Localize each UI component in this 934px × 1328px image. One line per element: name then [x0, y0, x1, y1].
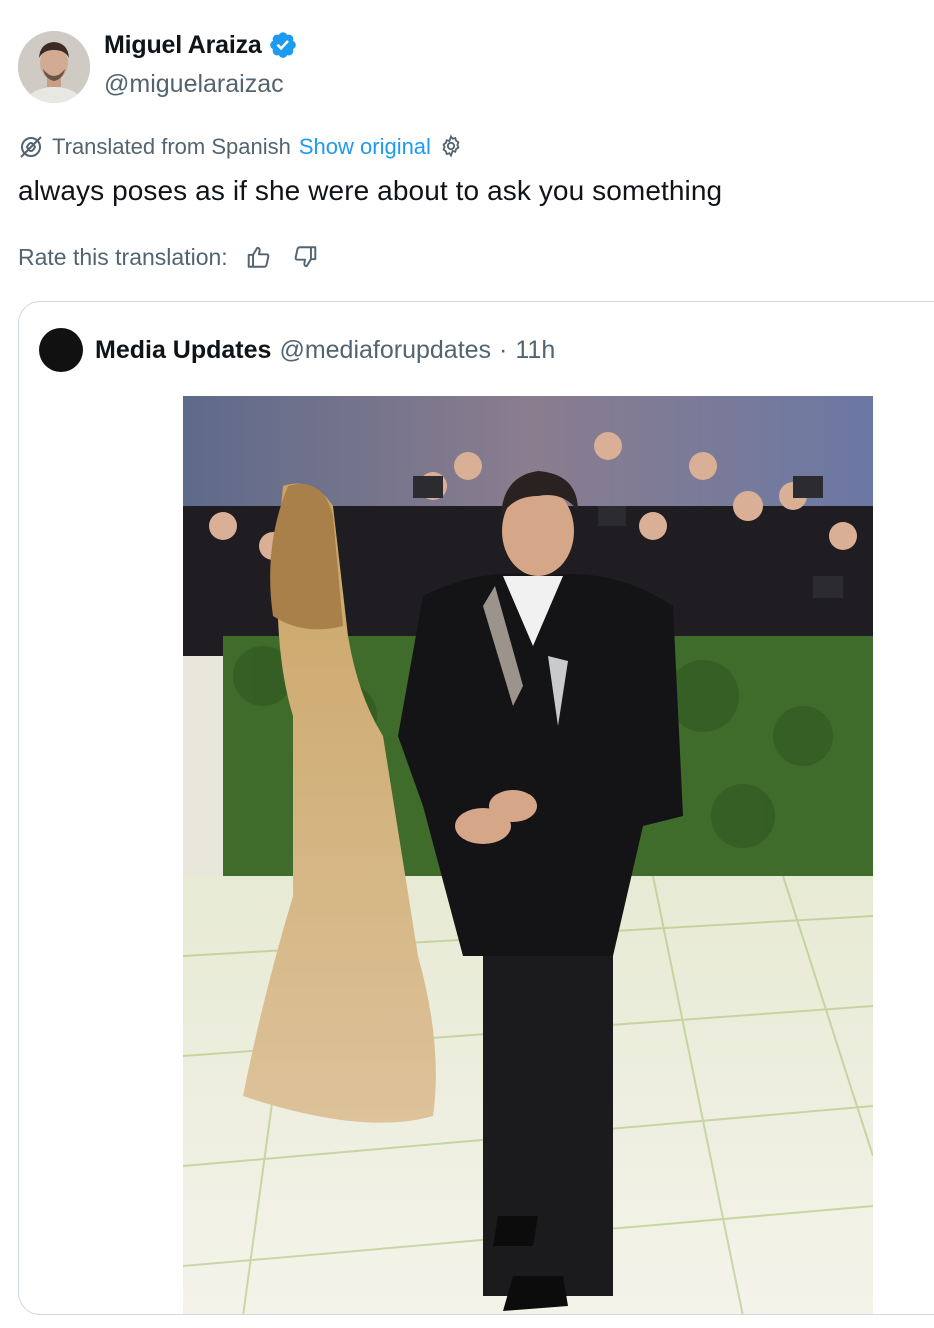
- quoted-tweet[interactable]: Media Updates @mediaforupdates · 11h: [18, 301, 934, 1315]
- author-display-name[interactable]: Miguel Araiza: [104, 30, 298, 60]
- quoted-author-handle[interactable]: @mediaforupdates: [279, 336, 491, 365]
- translate-icon: [18, 134, 44, 160]
- tweet-text: always poses as if she were about to ask…: [18, 175, 723, 206]
- quoted-author-avatar[interactable]: [39, 328, 83, 372]
- thumbs-down-icon[interactable]: [290, 242, 320, 272]
- author-avatar[interactable]: [18, 31, 90, 103]
- tweet: Miguel Araiza @miguelaraizac Translated …: [0, 0, 934, 1328]
- translation-label: Translated from Spanish: [52, 134, 291, 159]
- thumbs-up-icon[interactable]: [244, 242, 274, 272]
- author-name-text[interactable]: Miguel Araiza: [104, 31, 262, 60]
- quoted-author-name[interactable]: Media Updates: [95, 336, 271, 365]
- quoted-timestamp[interactable]: 11h: [515, 336, 555, 365]
- verified-badge-icon: [268, 30, 298, 60]
- rate-label: Rate this translation:: [18, 243, 228, 270]
- rate-translation-row: Rate this translation:: [18, 242, 320, 272]
- quoted-separator: ·: [499, 335, 508, 364]
- show-original-link[interactable]: Show original: [299, 134, 431, 160]
- quoted-tweet-header: Media Updates @mediaforupdates · 11h: [39, 328, 555, 372]
- gear-icon[interactable]: [439, 134, 465, 160]
- translation-row: Translated from Spanish Show original: [18, 134, 465, 160]
- author-handle[interactable]: @miguelaraizac: [104, 70, 284, 99]
- quoted-tweet-photo[interactable]: [183, 396, 873, 1314]
